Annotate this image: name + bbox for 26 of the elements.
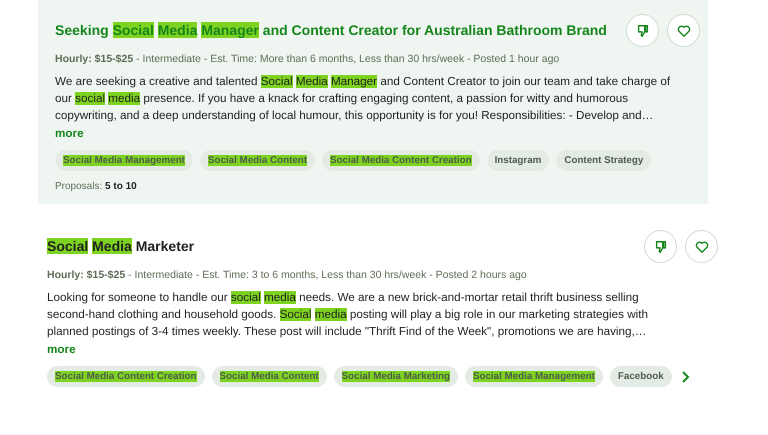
skill-tag[interactable]: Social Media Management	[464, 366, 603, 387]
skill-tag[interactable]: Content Strategy	[556, 150, 652, 171]
skill-tag[interactable]: Social Media Content	[200, 150, 316, 171]
job-title[interactable]: Social Media Marketer	[47, 235, 194, 257]
skill-tag[interactable]: Social Media Content Creation	[47, 366, 205, 387]
skill-tag[interactable]: Facebook	[610, 366, 672, 387]
thumbs-down-icon	[636, 24, 650, 38]
heart-icon	[676, 24, 690, 38]
skill-tag[interactable]: Social Media Management	[55, 150, 193, 171]
save-button[interactable]	[685, 230, 718, 263]
job-meta: Hourly: $15-$25 - Intermediate - Est. Time: 3 to 6 months, Less than 30 hrs/week - Posted 2 hours ago	[47, 269, 528, 281]
skill-tag[interactable]: Instagram	[486, 150, 550, 171]
more-link[interactable]: more	[47, 341, 76, 358]
save-button[interactable]	[667, 14, 700, 47]
proposals-count: Proposals: 5 to 10	[55, 181, 138, 192]
dislike-button[interactable]	[644, 230, 677, 263]
more-link[interactable]: more	[55, 125, 84, 142]
job-description: Looking for someone to handle our social media needs. We are a new brick-and-mortar retail thrift business selling second-hand clothing and household goods. Social media posting will play a big role in our marketing strategies with planned postings of 3-4 times weekly. These post will include "Thrift Find of the Week", promotions we are having,…	[47, 290, 650, 340]
chevron-right-icon[interactable]	[680, 370, 691, 384]
skill-tag[interactable]: Social Media Content Creation	[322, 150, 480, 171]
thumbs-down-icon	[654, 240, 668, 254]
skill-tag[interactable]: Social Media Marketing	[334, 366, 458, 387]
dislike-button[interactable]	[626, 14, 659, 47]
job-card[interactable]	[38, 0, 708, 204]
job-meta: Hourly: $15-$25 - Intermediate - Est. Time: More than 6 months, Less than 30 hrs/week - Posted 1 hour ago	[55, 53, 560, 65]
heart-icon	[694, 240, 708, 254]
